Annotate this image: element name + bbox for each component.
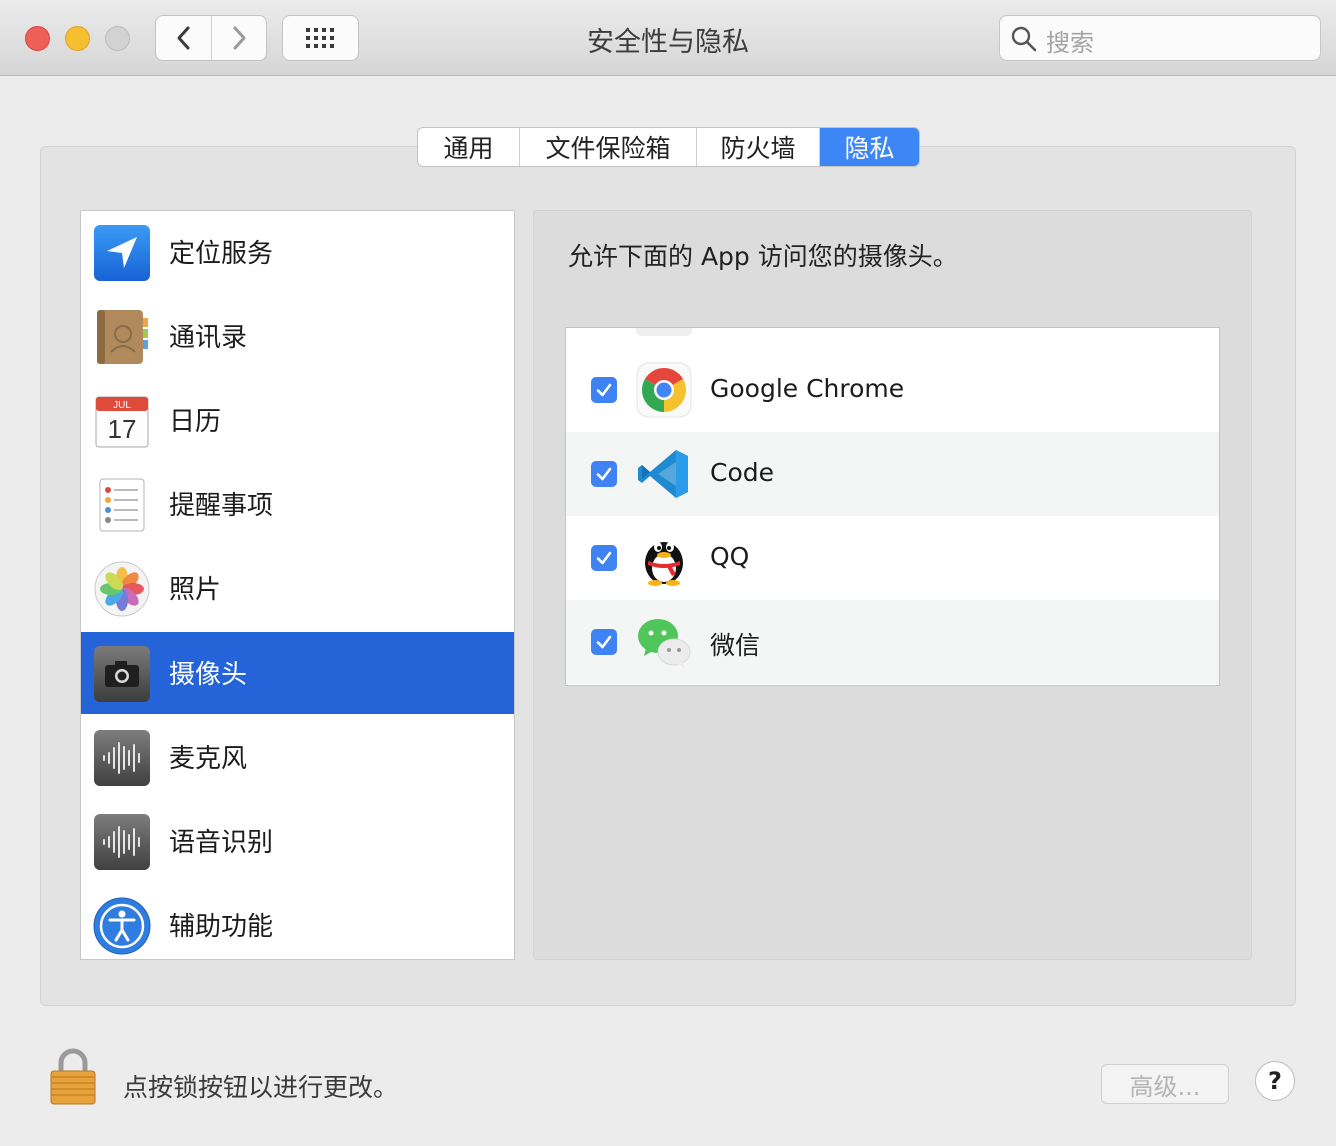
checkmark-icon <box>596 467 612 481</box>
app-checkbox[interactable] <box>591 377 617 403</box>
grid-icon <box>305 28 334 48</box>
reminders-icon <box>99 478 145 532</box>
app-name: QQ <box>710 542 750 571</box>
navigation-buttons <box>155 15 267 61</box>
app-row-wechat[interactable]: 微信 <box>566 600 1219 684</box>
calendar-icon: JUL 17 <box>95 396 149 448</box>
sidebar-item-contacts[interactable]: 通讯录 <box>81 295 514 377</box>
scrolled-row-remnant <box>636 328 692 336</box>
sidebar-item-location[interactable]: 定位服务 <box>81 211 514 293</box>
tab-general[interactable]: 通用 <box>418 128 519 166</box>
calendar-month: JUL <box>113 400 131 411</box>
sidebar-item-label: 辅助功能 <box>169 912 274 942</box>
lock-instruction-text: 点按锁按钮以进行更改。 <box>123 1073 399 1102</box>
photos-icon <box>94 561 150 617</box>
sidebar-item-label: 麦克风 <box>169 744 248 774</box>
search-icon <box>1011 26 1037 52</box>
app-name: Google Chrome <box>710 374 905 403</box>
app-row-code[interactable]: Code <box>566 432 1219 516</box>
sidebar-item-speech-recognition[interactable]: 语音识别 <box>81 800 514 882</box>
app-row-qq[interactable]: QQ <box>566 516 1219 600</box>
app-name: Code <box>710 458 775 487</box>
calendar-day: 17 <box>108 414 137 444</box>
sidebar-item-label: 提醒事项 <box>169 491 274 521</box>
sidebar-item-microphone[interactable]: 麦克风 <box>81 716 514 798</box>
app-permission-list[interactable]: Google Chrome Code QQ 微信 <box>565 327 1220 686</box>
sidebar-item-calendar[interactable]: JUL 17 日历 <box>81 379 514 461</box>
sidebar-item-label: 定位服务 <box>169 239 274 269</box>
sidebar-item-reminders[interactable]: 提醒事项 <box>81 463 514 545</box>
microphone-waveform-icon <box>94 730 150 786</box>
tab-privacy[interactable]: 隐私 <box>819 128 919 166</box>
checkmark-icon <box>596 551 612 565</box>
back-button[interactable] <box>156 16 211 60</box>
show-all-button[interactable] <box>282 15 359 61</box>
qq-penguin-icon <box>645 542 683 586</box>
advanced-button[interactable]: 高级... <box>1101 1064 1229 1104</box>
app-checkbox[interactable] <box>591 545 617 571</box>
sidebar-item-camera[interactable]: 摄像头 <box>81 632 514 714</box>
window-title: 安全性与隐私 <box>587 27 749 58</box>
app-row-google-chrome[interactable]: Google Chrome <box>566 348 1219 432</box>
wechat-icon <box>638 619 691 668</box>
close-window-button[interactable] <box>25 26 50 51</box>
help-button[interactable]: ? <box>1255 1061 1295 1101</box>
tab-firewall[interactable]: 防火墙 <box>696 128 819 166</box>
chevron-left-icon <box>177 26 189 50</box>
checkmark-icon <box>596 635 612 649</box>
sidebar-item-accessibility[interactable]: 辅助功能 <box>81 884 514 959</box>
sidebar-item-label: 照片 <box>169 575 222 605</box>
vscode-icon <box>638 450 688 498</box>
camera-access-panel: 允许下面的 App 访问您的摄像头。 Google Chrome Code QQ… <box>533 210 1252 960</box>
app-name: 微信 <box>710 631 761 660</box>
camera-icon <box>94 646 150 702</box>
location-arrow-icon <box>94 225 150 281</box>
contacts-book-icon <box>97 310 148 364</box>
search-field[interactable]: 搜索 <box>999 15 1321 61</box>
chevron-right-icon <box>233 26 246 50</box>
chrome-icon <box>636 362 692 418</box>
sidebar-item-label: 通讯录 <box>169 323 248 353</box>
sidebar-item-label: 摄像头 <box>169 660 248 690</box>
panel-heading: 允许下面的 App 访问您的摄像头。 <box>568 242 958 271</box>
accessibility-icon <box>93 897 151 955</box>
privacy-category-list[interactable]: 定位服务 通讯录 JUL 17 日历 提醒事项 照片 摄像头 麦克风 语音识别 … <box>80 210 515 960</box>
tab-filevault[interactable]: 文件保险箱 <box>519 128 696 166</box>
lock-icon[interactable] <box>48 1046 98 1106</box>
tab-bar: 通用 文件保险箱 防火墙 隐私 <box>417 127 920 167</box>
speech-waveform-icon <box>94 814 150 870</box>
title-bar: 安全性与隐私 搜索 <box>0 0 1336 76</box>
checkmark-icon <box>596 383 612 397</box>
forward-button[interactable] <box>211 16 266 60</box>
minimize-window-button[interactable] <box>65 26 90 51</box>
sidebar-item-label: 日历 <box>169 407 222 437</box>
app-checkbox[interactable] <box>591 629 617 655</box>
app-checkbox[interactable] <box>591 461 617 487</box>
sidebar-item-label: 语音识别 <box>169 828 274 858</box>
sidebar-item-photos[interactable]: 照片 <box>81 547 514 629</box>
zoom-window-button[interactable] <box>105 26 130 51</box>
search-placeholder: 搜索 <box>1046 29 1094 57</box>
